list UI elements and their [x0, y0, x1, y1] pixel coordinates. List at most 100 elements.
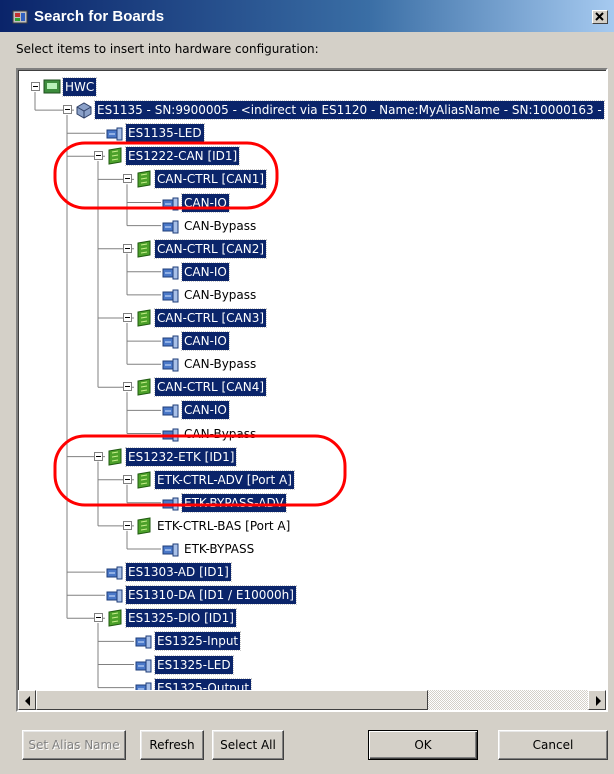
io-connector-icon — [162, 220, 179, 234]
tree-node-label[interactable]: ES1232-ETK [ID1] — [124, 446, 238, 467]
tree-node-label[interactable]: ES1135 - SN:9900005 - <indirect via ES11… — [94, 100, 605, 121]
set-alias-name-button[interactable]: Set Alias Name — [22, 730, 126, 760]
tree-node-label[interactable]: ETK-CTRL-BAS [Port A] — [155, 517, 292, 535]
board-tree-view[interactable]: HWC ES1135 - SN:9900005 - <indirect via E… — [16, 68, 608, 712]
select-all-button[interactable]: Select All — [212, 730, 284, 760]
collapse-toggle-icon[interactable] — [123, 243, 132, 253]
io-connector-icon — [162, 335, 179, 349]
board-icon — [108, 609, 122, 627]
collapse-toggle-icon[interactable] — [31, 82, 40, 91]
tree-node-etk-ctrl-bas[interactable]: ETK-CTRL-BAS [Port A] — [19, 516, 606, 536]
scroll-thumb[interactable] — [36, 690, 428, 710]
board-icon — [137, 471, 151, 489]
refresh-button[interactable]: Refresh — [140, 730, 204, 760]
collapse-toggle-icon[interactable] — [94, 613, 103, 623]
tree-node-es1303-ad[interactable]: ES1303-AD [ID1] — [19, 562, 606, 583]
ok-button[interactable]: OK — [368, 730, 478, 760]
io-connector-icon — [162, 404, 179, 418]
tree-node-label[interactable]: CAN-Bypass — [182, 217, 258, 235]
io-connector-icon — [106, 589, 123, 603]
tree-node-can-ctrl-3[interactable]: CAN-CTRL [CAN3] — [19, 308, 606, 328]
io-connector-icon — [135, 635, 152, 649]
tree-node-es1222-can[interactable]: ES1222-CAN [ID1] — [19, 146, 606, 167]
tree-node-label[interactable]: CAN-IO — [181, 331, 230, 352]
tree-node-label[interactable]: ES1303-AD [ID1] — [125, 562, 232, 583]
board-icon — [137, 309, 151, 327]
tree-node-can-ctrl-2[interactable]: CAN-CTRL [CAN2] — [19, 238, 606, 259]
io-connector-icon — [162, 428, 179, 441]
close-button[interactable] — [592, 10, 608, 24]
arrow-right-icon — [596, 696, 601, 706]
io-connector-icon — [162, 358, 179, 372]
tree-node-es1135[interactable]: ES1135 - SN:9900005 - <indirect via ES11… — [19, 100, 606, 121]
tree-node-es1310-da[interactable]: ES1310-DA [ID1 / E10000h] — [19, 585, 606, 606]
tree-node-label[interactable]: ETK-CTRL-ADV [Port A] — [154, 469, 295, 490]
io-connector-icon — [106, 566, 123, 580]
tree-content[interactable]: HWC ES1135 - SN:9900005 - <indirect via E… — [18, 70, 606, 690]
tree-node-es1135-led[interactable]: ES1135-LED — [19, 123, 606, 144]
app-icon — [12, 10, 28, 24]
tree-node-label[interactable]: CAN-CTRL [CAN2] — [153, 238, 268, 259]
tree-node-can-bypass-1[interactable]: CAN-Bypass — [19, 216, 606, 236]
scroll-right-button[interactable] — [588, 690, 606, 710]
io-connector-icon — [162, 543, 179, 557]
io-connector-icon — [135, 682, 152, 690]
tree-node-label[interactable]: ES1325-Input — [153, 631, 242, 652]
tree-node-can-io-2[interactable]: CAN-IO — [19, 261, 606, 282]
cancel-button[interactable]: Cancel — [498, 730, 608, 760]
tree-node-can-ctrl-1[interactable]: CAN-CTRL [CAN1] — [19, 169, 606, 190]
tree-node-label[interactable]: CAN-Bypass — [182, 425, 258, 443]
tree-node-label[interactable]: CAN-CTRL [CAN4] — [153, 377, 268, 398]
collapse-toggle-icon[interactable] — [94, 451, 103, 461]
scroll-left-button[interactable] — [18, 690, 36, 710]
tree-node-es1325-dio[interactable]: ES1325-DIO [ID1] — [19, 608, 606, 629]
tree-node-can-bypass-4[interactable]: CAN-Bypass — [19, 424, 606, 444]
collapse-toggle-icon[interactable] — [123, 520, 132, 530]
tree-node-can-bypass-2[interactable]: CAN-Bypass — [19, 285, 606, 305]
tree-node-label[interactable]: CAN-IO — [181, 261, 230, 282]
tree-node-hwc[interactable]: HWC — [19, 77, 606, 97]
tree-node-etk-bypass-adv[interactable]: ETK-BYPASS-ADV — [19, 492, 606, 513]
collapse-toggle-icon[interactable] — [123, 174, 132, 184]
tree-node-can-io-4[interactable]: CAN-IO — [19, 400, 606, 421]
io-connector-icon — [162, 289, 179, 303]
tree-node-es1232-etk[interactable]: ES1232-ETK [ID1] — [19, 446, 606, 467]
tree-node-etk-bypass[interactable]: ETK-BYPASS — [19, 539, 606, 559]
tree-node-label[interactable]: ES1325-LED — [154, 654, 234, 675]
collapse-toggle-icon[interactable] — [94, 151, 103, 161]
tree-node-es1325-led[interactable]: ES1325-LED — [19, 654, 606, 675]
board-icon — [137, 170, 151, 188]
tree-node-label[interactable]: CAN-Bypass — [182, 286, 258, 304]
tree-node-label[interactable]: ES1222-CAN [ID1] — [124, 146, 241, 167]
tree-node-label[interactable]: CAN-CTRL [CAN3] — [153, 308, 268, 328]
collapse-toggle-icon[interactable] — [123, 474, 132, 484]
horizontal-scrollbar[interactable] — [18, 690, 606, 710]
tree-node-label[interactable]: CAN-IO — [181, 192, 230, 213]
tree-node-es1325-input[interactable]: ES1325-Input — [19, 631, 606, 652]
window-title: Search for Boards — [34, 8, 165, 25]
board-icon — [137, 240, 151, 258]
tree-node-label[interactable]: ES1310-DA [ID1 / E10000h] — [125, 585, 297, 606]
board-icon — [137, 517, 151, 535]
tree-node-can-io-3[interactable]: CAN-IO — [19, 331, 606, 352]
tree-node-can-bypass-3[interactable]: CAN-Bypass — [19, 354, 606, 374]
tree-node-label[interactable]: CAN-Bypass — [182, 355, 258, 373]
io-connector-icon — [162, 266, 179, 280]
tree-node-can-ctrl-4[interactable]: CAN-CTRL [CAN4] — [19, 377, 606, 398]
collapse-toggle-icon[interactable] — [123, 313, 132, 322]
arrow-left-icon — [25, 696, 30, 706]
tree-node-es1325-output[interactable]: ES1325-Output — [19, 677, 606, 690]
tree-node-can-io-1[interactable]: CAN-IO — [19, 192, 606, 213]
tree-node-label[interactable]: ETK-BYPASS-ADV — [181, 492, 287, 513]
collapse-toggle-icon[interactable] — [63, 105, 72, 115]
tree-node-label[interactable]: ETK-BYPASS — [182, 540, 256, 558]
title-bar[interactable]: Search for Boards — [0, 0, 614, 32]
tree-node-label[interactable]: CAN-CTRL [CAN1] — [153, 169, 268, 190]
tree-node-etk-ctrl-adv[interactable]: ETK-CTRL-ADV [Port A] — [19, 469, 606, 490]
tree-node-label[interactable]: HWC — [61, 77, 98, 97]
tree-node-label[interactable]: CAN-IO — [181, 400, 230, 421]
tree-node-label[interactable]: ES1135-LED — [125, 123, 205, 144]
tree-node-label[interactable]: ES1325-Output — [153, 677, 253, 690]
collapse-toggle-icon[interactable] — [123, 382, 132, 392]
tree-node-label[interactable]: ES1325-DIO [ID1] — [125, 608, 237, 629]
